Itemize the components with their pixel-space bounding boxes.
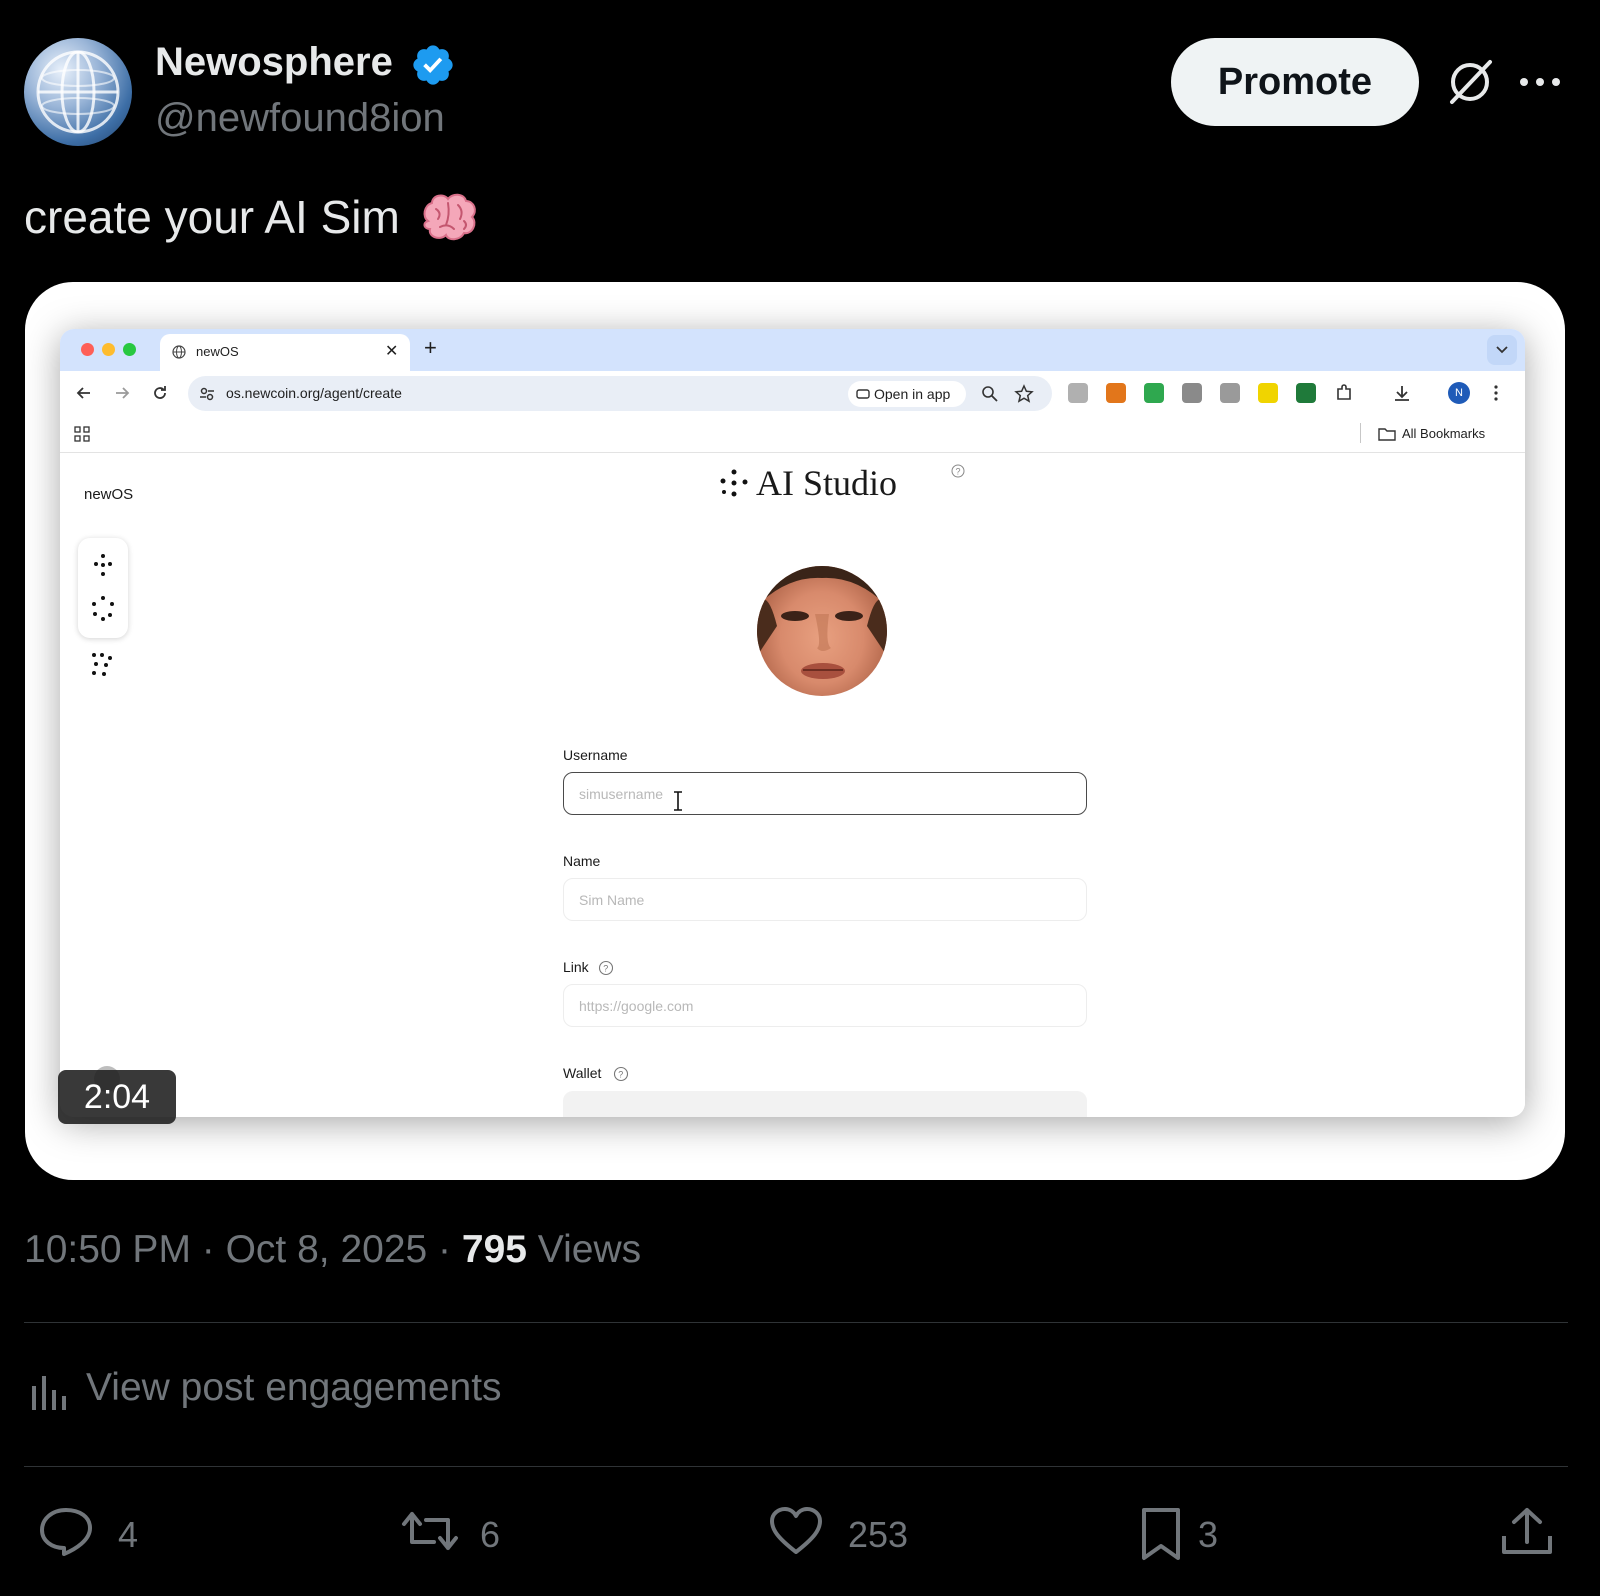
promote-button[interactable]: Promote — [1171, 38, 1419, 126]
dots-grid-icon — [92, 653, 112, 676]
metamask-icon — [1106, 383, 1126, 403]
username-label: Username — [563, 747, 628, 763]
video-player[interactable]: newOS ✕ + os.newcoin.org/agent/create Op… — [25, 282, 1565, 1180]
divider — [24, 1322, 1568, 1323]
puzzle-icon — [1337, 384, 1351, 400]
download-icon — [1395, 386, 1409, 401]
author-handle[interactable]: @newfound8ion — [155, 96, 445, 141]
bookmarks-bar: All Bookmarks — [60, 415, 1525, 453]
close-icon: ✕ — [385, 343, 399, 360]
link-input — [563, 984, 1087, 1027]
profile-avatar: N — [1448, 382, 1470, 404]
open-in-app-label: Open in app — [874, 386, 951, 402]
repost-count: 6 — [480, 1514, 501, 1555]
share-icon — [1502, 1508, 1552, 1554]
browser-tab-strip: newOS ✕ + — [60, 329, 1525, 371]
dots-ring-icon — [92, 596, 114, 621]
tab-title: newOS — [196, 344, 239, 359]
heart-icon — [770, 1507, 822, 1554]
site-info-icon — [200, 387, 214, 401]
zoom-icon — [982, 386, 998, 402]
help-circle-icon: ? — [951, 464, 965, 478]
like-count: 253 — [848, 1514, 909, 1555]
folder-icon — [1378, 428, 1396, 441]
maximize-window-dot — [123, 343, 136, 356]
timestamp-text[interactable]: 10:50 PM · Oct 8, 2025 · — [24, 1228, 462, 1271]
extension-icon — [1220, 383, 1240, 403]
address-bar: os.newcoin.org/agent/create Open in app — [188, 376, 1052, 411]
divider — [24, 1466, 1568, 1467]
view-engagements-link[interactable]: View post engagements — [86, 1366, 502, 1410]
help-circle-icon: ? — [613, 1066, 629, 1082]
text-cursor-icon — [674, 791, 682, 811]
bookmark-icon — [1142, 1508, 1180, 1560]
username-input — [563, 772, 1087, 815]
link-label: Link — [563, 959, 589, 975]
reply-icon — [40, 1508, 92, 1556]
wallet-field — [563, 1091, 1087, 1117]
ai-studio-page: newOS AI Studio ? Username simusername N… — [60, 454, 1525, 1117]
sim-avatar-photo — [757, 566, 887, 696]
help-circle-icon: ? — [598, 960, 614, 976]
chevron-down-icon — [1496, 346, 1508, 354]
video-duration-badge: 2:04 — [58, 1070, 176, 1124]
sidebar-panel — [78, 538, 128, 638]
open-in-app-button: Open in app — [848, 381, 966, 407]
brand-title: AI Studio — [756, 463, 898, 503]
brain-icon — [423, 193, 476, 241]
extension-icon — [1296, 383, 1316, 403]
extension-icon — [1144, 383, 1164, 403]
bookmarks-divider — [1360, 423, 1361, 443]
name-input — [563, 878, 1087, 921]
post-timestamp: 10:50 PM · Oct 8, 2025 · 795 Views — [24, 1228, 641, 1272]
tab-search-button — [1487, 335, 1517, 365]
extension-icon — [1182, 383, 1202, 403]
views-label: Views — [526, 1228, 642, 1271]
dots-cluster-icon — [720, 469, 748, 497]
globe-icon — [172, 345, 186, 359]
plus-icon: + — [424, 335, 437, 360]
star-icon — [1014, 384, 1034, 403]
extension-icon — [1068, 383, 1088, 403]
reply-count: 4 — [118, 1514, 139, 1555]
browser-toolbar: os.newcoin.org/agent/create Open in app … — [60, 371, 1525, 415]
analytics-icon[interactable] — [30, 1372, 70, 1412]
reload-icon — [154, 386, 166, 399]
more-options-icon[interactable] — [1518, 70, 1562, 94]
svg-text:?: ? — [618, 1070, 623, 1080]
minimize-window-dot — [102, 343, 115, 356]
sidebar-app-label: newOS — [84, 486, 134, 503]
bookmark-count: 3 — [1198, 1514, 1219, 1555]
name-label: Name — [563, 853, 601, 869]
post-text: create your AI Sim — [24, 191, 400, 243]
grok-icon[interactable] — [1444, 56, 1496, 108]
forward-arrow-icon — [116, 387, 130, 399]
kebab-menu-icon — [1494, 385, 1498, 401]
svg-text:?: ? — [603, 964, 608, 974]
face-portrait-icon — [757, 566, 887, 679]
close-window-dot — [81, 343, 94, 356]
app-icon — [856, 389, 870, 399]
views-count: 795 — [461, 1228, 527, 1271]
all-bookmarks-label: All Bookmarks — [1402, 426, 1486, 441]
repost-icon — [402, 1512, 458, 1550]
author-avatar[interactable] — [24, 38, 132, 146]
extension-icon — [1258, 383, 1278, 403]
author-display-name[interactable]: Newosphere — [155, 40, 393, 85]
svg-text:?: ? — [956, 467, 961, 477]
browser-window: newOS ✕ + os.newcoin.org/agent/create Op… — [60, 329, 1525, 1117]
wallet-label: Wallet — [563, 1065, 602, 1081]
browser-tab: newOS ✕ — [160, 334, 410, 371]
dots-cluster-icon — [94, 554, 112, 576]
apps-grid-icon — [74, 426, 90, 442]
back-arrow-icon — [76, 387, 90, 399]
verified-badge-icon — [413, 45, 453, 85]
url-text: os.newcoin.org/agent/create — [226, 385, 402, 401]
